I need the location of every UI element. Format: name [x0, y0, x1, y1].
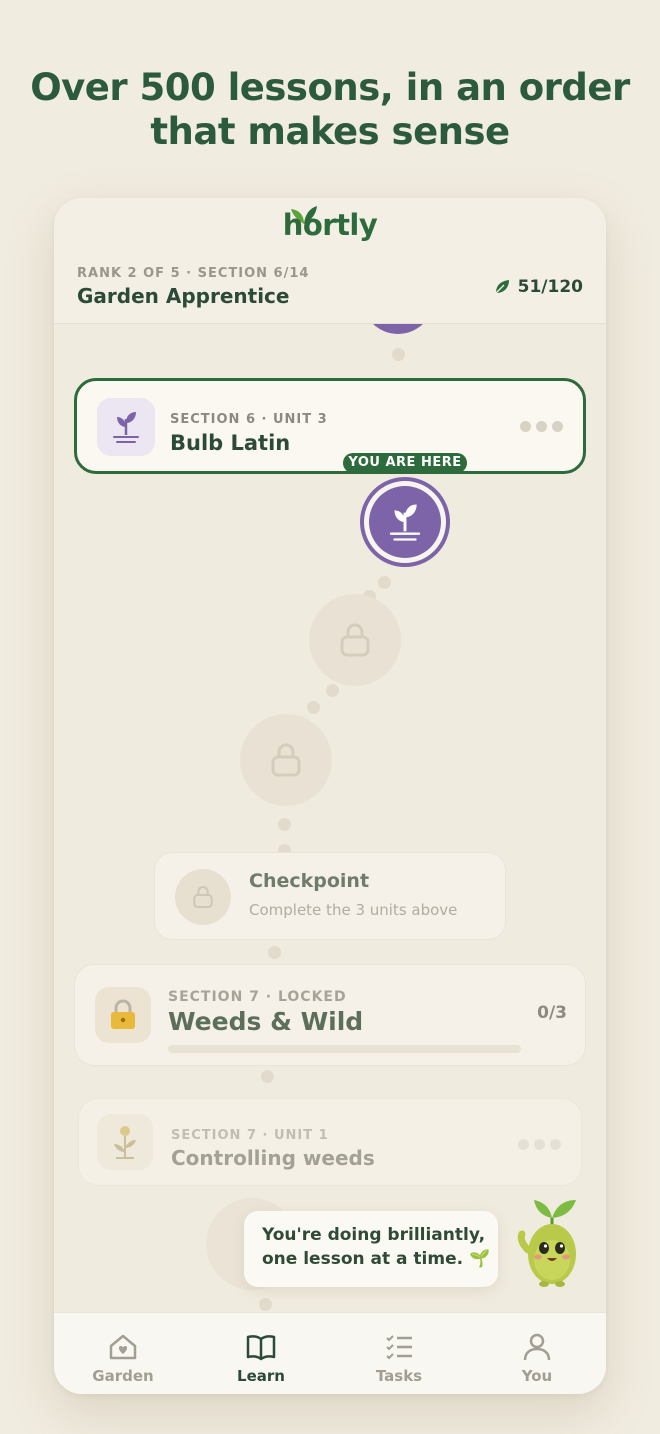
current-lesson-node[interactable] [360, 477, 450, 567]
leaf-count-value: 51/120 [517, 277, 583, 297]
tab-learn[interactable]: Learn [192, 1313, 330, 1394]
locked-lesson-node[interactable] [309, 594, 401, 686]
current-unit-card[interactable]: SECTION 6 · UNIT 3 Bulb Latin [74, 378, 586, 474]
path-dot [268, 946, 281, 959]
lock-icon [340, 623, 370, 657]
app-logo: hortly [282, 208, 378, 242]
more-options-button[interactable] [520, 421, 563, 432]
book-icon [246, 1335, 276, 1361]
unit-title: Bulb Latin [170, 431, 291, 455]
seed-mascot-icon [517, 1200, 576, 1287]
you-are-here-badge: YOU ARE HERE [343, 453, 467, 473]
dandelion-icon [114, 1126, 136, 1159]
bubble-line-1: You're doing brilliantly, [262, 1225, 486, 1245]
leaf-icon [495, 280, 509, 294]
section-progress-bar [168, 1045, 521, 1053]
headline-line-1: Over 500 lessons, in an order [30, 66, 630, 109]
section-lock [95, 987, 151, 1043]
tab-tasks[interactable]: Tasks [330, 1313, 468, 1394]
page-headline: Over 500 lessons, in an order that makes… [0, 66, 660, 154]
path-dot [392, 348, 405, 361]
checkpoint-card[interactable]: Checkpoint Complete the 3 units above [154, 852, 506, 940]
bubble-line-2: one lesson at a time. 🌱 [262, 1249, 491, 1269]
more-options-button[interactable] [518, 1139, 561, 1150]
lock-icon [193, 886, 213, 908]
lock-icon [271, 743, 301, 777]
unit-icon [97, 398, 155, 456]
rank-title: Garden Apprentice [77, 284, 290, 308]
house-heart-icon [109, 1334, 137, 1360]
tab-label: Learn [237, 1367, 285, 1385]
tab-label: Garden [92, 1367, 154, 1385]
padlock-icon [111, 999, 135, 1029]
checkpoint-lock [175, 869, 231, 925]
tab-label: You [521, 1367, 553, 1385]
sprout-icon [389, 504, 421, 541]
section-title: Weeds & Wild [168, 1007, 364, 1036]
path-dot [261, 1070, 274, 1083]
section-subtitle: SECTION 7 · LOCKED [168, 989, 347, 1005]
unit-subtitle: SECTION 6 · UNIT 3 [170, 412, 328, 427]
next-unit-card[interactable]: SECTION 7 · UNIT 1 Controlling weeds [78, 1098, 582, 1186]
rank-label: RANK 2 OF 5 · SECTION 6/14 [77, 266, 310, 281]
unit-icon [97, 1114, 153, 1170]
tab-you[interactable]: You [468, 1313, 606, 1394]
app-header: hortly RANK 2 OF 5 · SECTION 6/14 Garden… [54, 198, 606, 324]
person-icon [523, 1333, 551, 1361]
path-dot [326, 684, 339, 697]
unit-subtitle: SECTION 7 · UNIT 1 [171, 1128, 329, 1143]
tab-garden[interactable]: Garden [54, 1313, 192, 1394]
checkpoint-title: Checkpoint [249, 870, 370, 892]
bottom-tab-bar: Garden Learn Tasks You [54, 1312, 606, 1394]
leaf-counter[interactable]: 51/120 [494, 277, 583, 297]
sprout-icon [113, 412, 139, 443]
checkpoint-subtitle: Complete the 3 units above [249, 901, 458, 919]
path-dot [259, 1298, 272, 1311]
headline-line-2: that makes sense [150, 110, 510, 153]
section-card[interactable]: SECTION 7 · LOCKED Weeds & Wild 0/3 [74, 964, 586, 1066]
checklist-icon [386, 1335, 412, 1360]
tab-label: Tasks [375, 1367, 423, 1385]
mascot-speech-bubble: You're doing brilliantly, one lesson at … [244, 1211, 498, 1287]
path-dot [307, 701, 320, 714]
path-dot [378, 576, 391, 589]
section-count: 0/3 [537, 1003, 567, 1023]
phone-frame: hortly RANK 2 OF 5 · SECTION 6/14 Garden… [54, 198, 606, 1394]
path-dot [278, 818, 291, 831]
current-lesson-node-inner [369, 486, 441, 558]
unit-title: Controlling weeds [171, 1146, 375, 1170]
locked-lesson-node[interactable] [240, 714, 332, 806]
